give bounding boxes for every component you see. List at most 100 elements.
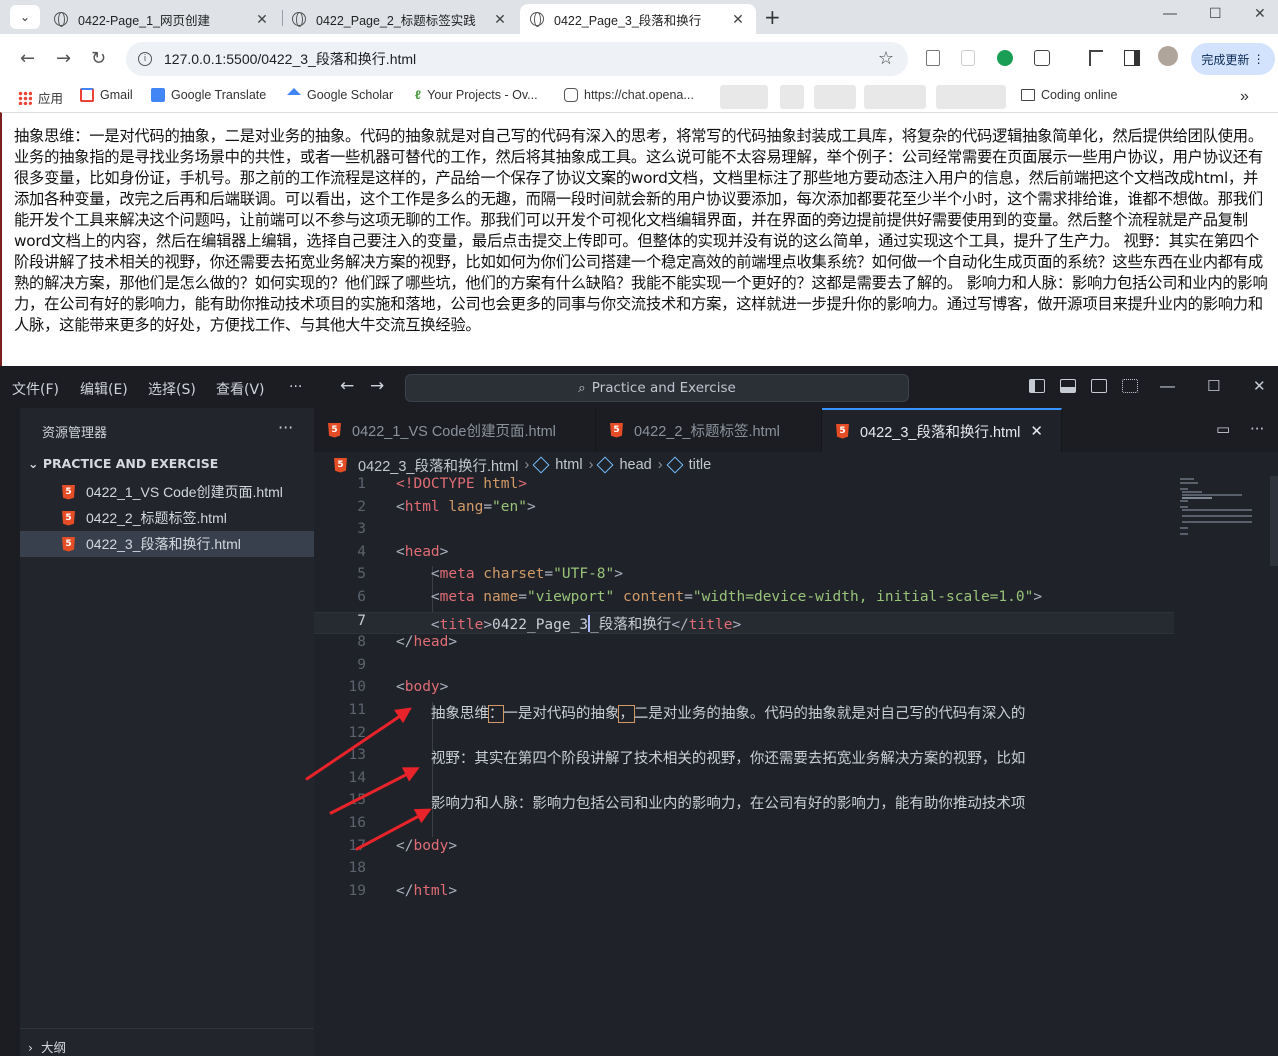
- update-button[interactable]: 完成更新 ⋮: [1191, 43, 1275, 75]
- minimize-button[interactable]: ―: [1163, 6, 1177, 22]
- browser-tab-page3[interactable]: 0422_Page_3_段落和换行 ✕: [520, 4, 756, 34]
- editor-tab-1[interactable]: 5 0422_1_VS Code创建页面.html: [314, 408, 596, 452]
- breadcrumb-file[interactable]: 0422_3_段落和换行.html: [358, 455, 518, 476]
- editor-tab-2[interactable]: 5 0422_2_标题标签.html: [596, 408, 822, 452]
- code-line[interactable]: 5 <meta charset="UTF-8">: [314, 566, 1174, 589]
- more-bookmarks-chevron-icon[interactable]: »: [1240, 88, 1249, 106]
- vscode-maximize-button[interactable]: ☐: [1207, 377, 1220, 395]
- editor-scrollbar[interactable]: [1270, 476, 1278, 566]
- minimap[interactable]: [1178, 476, 1258, 596]
- nav-back-arrow-icon[interactable]: ←: [340, 376, 354, 396]
- avatar[interactable]: [1158, 46, 1178, 66]
- code-line[interactable]: 19 </html>: [314, 883, 1174, 906]
- maximize-button[interactable]: ☐: [1209, 6, 1222, 22]
- reading-list-icon[interactable]: [1089, 50, 1103, 66]
- code-line[interactable]: 2 <html lang="en">: [314, 499, 1174, 522]
- address-bar[interactable]: i 127.0.0.1:5500/0422_3_段落和换行.html ☆: [126, 42, 908, 76]
- breadcrumb-title[interactable]: title: [689, 457, 712, 473]
- blurred-bookmark[interactable]: [864, 85, 926, 109]
- back-arrow-icon[interactable]: ←: [20, 48, 35, 69]
- puzzle-extensions-icon[interactable]: [1034, 50, 1050, 66]
- code-line[interactable]: 12: [314, 725, 1174, 748]
- code-line[interactable]: 18: [314, 860, 1174, 883]
- bookmark-apps[interactable]: 应用: [18, 88, 63, 107]
- side-panel-icon[interactable]: [1124, 50, 1140, 66]
- browser-tab-page2[interactable]: 0422_Page_2_标题标签实践 ✕: [282, 4, 518, 34]
- outline-section[interactable]: › 大纲: [20, 1028, 314, 1056]
- editor-tab-3[interactable]: 5 0422_3_段落和换行.html ✕: [822, 408, 1062, 452]
- blurred-bookmark[interactable]: [780, 85, 804, 109]
- command-center[interactable]: ⌕ Practice and Exercise: [405, 374, 909, 402]
- split-editor-icon[interactable]: ▭: [1216, 420, 1230, 438]
- bookmark-star-icon[interactable]: ☆: [878, 48, 894, 69]
- toggle-primary-sidebar-icon[interactable]: [1029, 379, 1045, 393]
- bookmark-google-scholar[interactable]: Google Scholar: [287, 88, 393, 102]
- close-icon[interactable]: ✕: [730, 11, 746, 28]
- code-line[interactable]: 9: [314, 657, 1174, 680]
- close-icon[interactable]: ✕: [492, 11, 508, 28]
- line-number: 7: [357, 612, 366, 629]
- nav-forward-arrow-icon[interactable]: →: [370, 376, 384, 396]
- more-actions-icon[interactable]: ···: [1250, 420, 1264, 438]
- workspace-folder-header[interactable]: ⌄ PRACTICE AND EXERCISE: [28, 456, 218, 471]
- explorer-file-1[interactable]: 5 0422_1_VS Code创建页面.html: [20, 479, 314, 505]
- line-number: 1: [357, 476, 366, 492]
- close-icon[interactable]: ✕: [254, 11, 270, 28]
- code-line[interactable]: 13 视野：其实在第四个阶段讲解了技术相关的视野，你还需要去拓宽业务解决方案的视…: [314, 747, 1174, 770]
- menu-edit[interactable]: 编辑(E): [80, 379, 128, 399]
- code-line[interactable]: 10 <body>: [314, 679, 1174, 702]
- menu-more[interactable]: ···: [289, 379, 302, 395]
- more-actions-icon[interactable]: ···: [278, 418, 293, 437]
- explorer-file-3[interactable]: 5 0422_3_段落和换行.html: [20, 531, 314, 557]
- openai-icon: [564, 88, 578, 102]
- code-line[interactable]: 1 <!DOCTYPE html>: [314, 476, 1174, 499]
- blurred-bookmark[interactable]: [720, 85, 768, 109]
- forward-arrow-icon[interactable]: →: [56, 48, 71, 69]
- code-line[interactable]: 8 </head>: [314, 634, 1174, 657]
- toggle-secondary-sidebar-icon[interactable]: [1091, 379, 1107, 393]
- doc-extension-icon[interactable]: [926, 50, 940, 66]
- url-text[interactable]: 127.0.0.1:5500/0422_3_段落和换行.html: [164, 49, 416, 69]
- line-number: 2: [357, 498, 366, 515]
- breadcrumb-head[interactable]: head: [619, 457, 651, 473]
- grammarly-icon[interactable]: [997, 50, 1013, 66]
- new-tab-button[interactable]: +: [764, 5, 781, 29]
- vscode-minimize-button[interactable]: ―: [1160, 377, 1175, 395]
- bookmark-google-translate[interactable]: Google Translate: [151, 88, 266, 102]
- customize-layout-icon[interactable]: [1122, 379, 1138, 393]
- code-line[interactable]: 16: [314, 815, 1174, 838]
- bookmark-coding-online[interactable]: Coding online: [1021, 88, 1117, 102]
- code-line[interactable]: 4 <head>: [314, 544, 1174, 567]
- explorer-file-2[interactable]: 5 0422_2_标题标签.html: [20, 505, 314, 531]
- bookmark-gmail[interactable]: Gmail: [80, 88, 133, 102]
- info-icon[interactable]: i: [138, 52, 152, 66]
- code-token: 视野：其实在第四个阶段讲解了技术相关的视野，你还需要去拓宽业务解决方案的视野，比…: [430, 751, 1026, 768]
- code-line[interactable]: 3: [314, 521, 1174, 544]
- close-icon[interactable]: ✕: [1030, 422, 1043, 440]
- update-label: 完成更新: [1201, 52, 1250, 67]
- vscode-close-button[interactable]: ✕: [1253, 377, 1266, 395]
- window-close-button[interactable]: ✕: [1254, 6, 1266, 22]
- blurred-bookmark[interactable]: [814, 85, 856, 109]
- menu-selection[interactable]: 选择(S): [148, 379, 196, 399]
- code-line[interactable]: 14: [314, 770, 1174, 793]
- minimap-line: [1182, 491, 1202, 493]
- code-line[interactable]: 6 <meta name="viewport" content="width=d…: [314, 589, 1174, 612]
- code-line[interactable]: 15 影响力和人脉：影响力包括公司和业内的影响力，在公司有好的影响力，能有助你推…: [314, 792, 1174, 815]
- menu-view[interactable]: 查看(V): [216, 379, 265, 399]
- browser-tab-page1[interactable]: 0422-Page_1_网页创建 ✕: [44, 4, 280, 34]
- code-token: _段落和换行: [590, 616, 672, 633]
- code-editor[interactable]: 1 <!DOCTYPE html> 2 <html lang="en"> 3 4 <h…: [314, 476, 1278, 1056]
- blurred-bookmark[interactable]: [936, 85, 1006, 109]
- code-line-current[interactable]: 7 <title>0422_Page_3 _段落和换行</title>: [314, 611, 1174, 635]
- extension-icon[interactable]: [961, 50, 975, 66]
- menu-file[interactable]: 文件(F): [12, 379, 59, 399]
- bookmark-openai[interactable]: https://chat.opena...: [564, 88, 694, 102]
- toggle-panel-icon[interactable]: [1060, 379, 1076, 393]
- code-line[interactable]: 11 抽象思维：一是对代码的抽象，二是对业务的抽象。代码的抽象就是对自己写的代码…: [314, 702, 1174, 725]
- breadcrumb-html[interactable]: html: [555, 457, 582, 473]
- bookmark-overleaf[interactable]: ℓ Your Projects - Ov...: [415, 88, 538, 102]
- reload-icon[interactable]: ↻: [91, 48, 106, 69]
- tab-search-button[interactable]: ⌄: [10, 5, 40, 29]
- code-line[interactable]: 17 </body>: [314, 838, 1174, 861]
